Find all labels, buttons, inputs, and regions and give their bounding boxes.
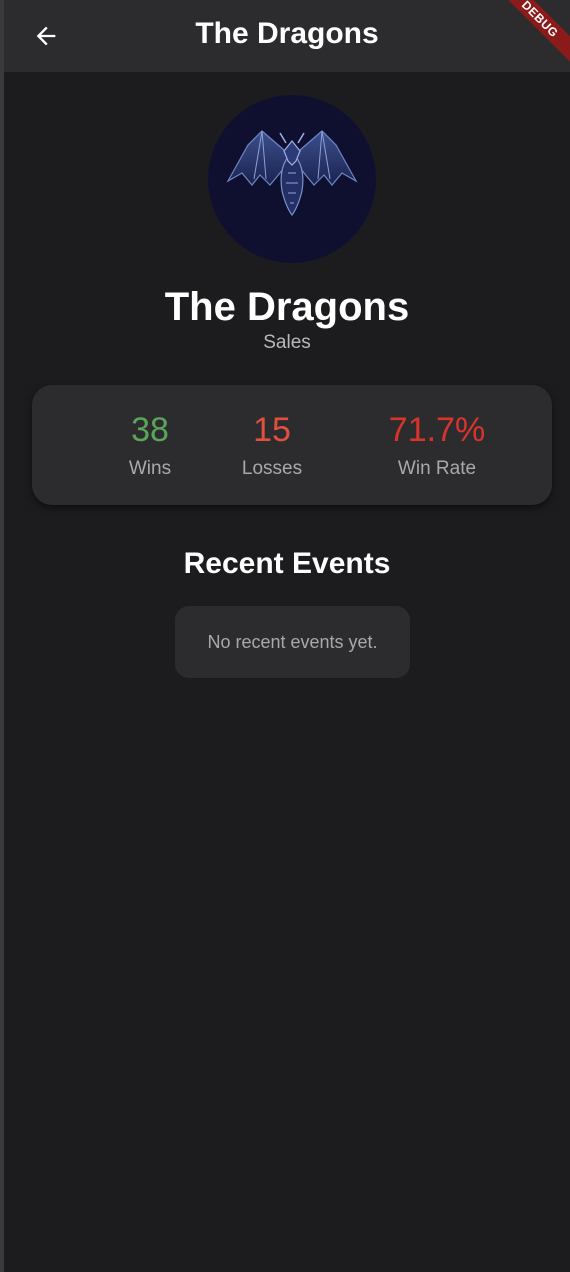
stat-value: 71.7% [388,411,486,449]
stat-losses: 15 Losses [212,409,332,481]
team-avatar [208,95,376,263]
stat-wins: 38 Wins [90,409,210,481]
dragon-logo-icon [226,130,358,217]
empty-events-card: No recent events yet. [175,606,410,678]
team-detail-screen: The Dragons DEBUG The Dragons Sales 38 W… [4,0,570,1272]
stat-label: Wins [128,458,172,479]
team-department: Sales [263,332,311,353]
stats-card: 38 Wins 15 Losses 71.7% Win Rate [32,385,552,505]
team-name: The Dragons [164,285,410,329]
stat-value: 15 [253,411,291,449]
stat-win-rate: 71.7% Win Rate [362,409,512,481]
stat-label: Losses [241,458,303,479]
stat-label: Win Rate [397,458,477,479]
app-bar: The Dragons [4,0,570,72]
stat-value: 38 [131,411,169,449]
recent-events-title: Recent Events [183,547,391,580]
empty-events-message: No recent events yet. [207,631,378,652]
app-bar-title: The Dragons [195,17,379,50]
